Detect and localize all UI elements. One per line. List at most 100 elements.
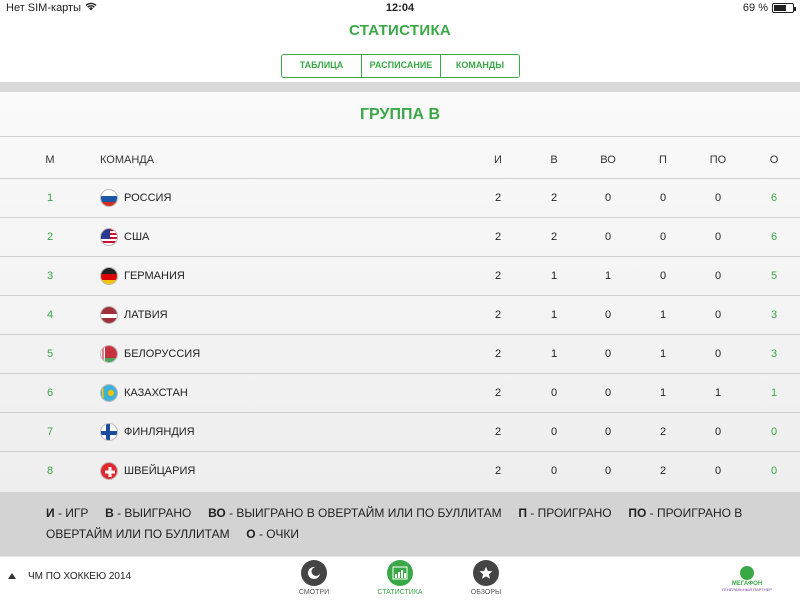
tab-label: ОБЗОРЫ [470, 589, 502, 596]
header-games: И [494, 154, 502, 166]
tab-watch[interactable]: СМОТРИ [284, 560, 344, 596]
cell-losses: 0 [659, 192, 667, 204]
cell-losses: 1 [659, 348, 667, 360]
cell-wins: 1 [550, 348, 558, 360]
team-name: США [124, 231, 150, 243]
cell-team: ФИНЛЯНДИЯ [100, 413, 400, 451]
cell-place: 2 [46, 231, 54, 243]
team-name: РОССИЯ [124, 192, 172, 204]
cell-ot-wins: 0 [604, 231, 612, 243]
standings-panel: ГРУППА B М КОМАНДА И В ВО П ПО О 1220006… [0, 92, 800, 492]
header-place: М [45, 154, 55, 166]
tab-bar: ЧМ ПО ХОККЕЮ 2014 СМОТРИ СТАТИСТИКА ОБЗО… [0, 556, 800, 600]
tab-reviews[interactable]: ОБЗОРЫ [456, 560, 516, 596]
cell-points: 1 [770, 387, 778, 399]
cell-ot-wins: 0 [604, 426, 612, 438]
tab-teams[interactable]: КОМАНДЫ [440, 55, 519, 77]
team-name: КАЗАХСТАН [124, 387, 188, 399]
cell-wins: 1 [550, 309, 558, 321]
cell-team: ЛАТВИЯ [100, 296, 400, 334]
finland-flag-icon [100, 423, 118, 441]
cell-place: 5 [46, 348, 54, 360]
table-row[interactable]: 7 2 0 0 2 0 0 ФИНЛЯНДИЯ [0, 412, 800, 451]
header-team: КОМАНДА [100, 154, 155, 166]
russia-flag-icon [100, 189, 118, 207]
sponsor-logo: МЕГАФОН ГЕНЕРАЛЬНЫЙ ПАРТНЕР [722, 566, 772, 592]
cell-ot-losses: 0 [714, 192, 722, 204]
cell-games: 2 [494, 465, 502, 477]
star-icon [473, 560, 499, 586]
header-ot-losses: ПО [709, 154, 727, 166]
belarus-flag-icon [100, 345, 118, 363]
legend-desc: - ИГР [54, 506, 89, 520]
segmented-tabs: ТАБЛИЦА РАСПИСАНИЕ КОМАНДЫ [281, 54, 520, 78]
table-row[interactable]: 8 2 0 0 2 0 0 ШВЕЙЦАРИЯ [0, 451, 800, 490]
cell-ot-wins: 0 [604, 387, 612, 399]
cell-points: 6 [770, 231, 778, 243]
team-name: ШВЕЙЦАРИЯ [124, 465, 196, 477]
legend-key: И [46, 506, 55, 520]
battery-icon [772, 3, 796, 13]
tab-label: СТАТИСТИКА [377, 589, 423, 596]
table-row[interactable]: 6 2 0 0 1 1 1 КАЗАХСТАН [0, 373, 800, 412]
sponsor-subtitle: ГЕНЕРАЛЬНЫЙ ПАРТНЕР [722, 587, 772, 592]
cell-losses: 1 [659, 387, 667, 399]
megafon-logo-icon [740, 566, 754, 580]
cell-wins: 0 [550, 387, 558, 399]
page-title: СТАТИСТИКА [348, 22, 452, 39]
cell-ot-wins: 0 [604, 348, 612, 360]
team-name: ГЕРМАНИЯ [124, 270, 185, 282]
team-name: БЕЛОРУССИЯ [124, 348, 201, 360]
header-ot-wins: ВО [600, 154, 616, 166]
cell-points: 3 [770, 309, 778, 321]
cell-losses: 2 [659, 426, 667, 438]
cell-wins: 0 [550, 426, 558, 438]
tab-table[interactable]: ТАБЛИЦА [282, 55, 361, 77]
legend-desc: - ПРОИГРАНО [526, 506, 612, 520]
cell-wins: 2 [550, 231, 558, 243]
watch-icon [301, 560, 327, 586]
championship-selector[interactable]: ЧМ ПО ХОККЕЮ 2014 [8, 571, 131, 582]
cell-ot-wins: 0 [604, 465, 612, 477]
table-row[interactable]: 3 2 1 1 0 0 5 ГЕРМАНИЯ [0, 256, 800, 295]
cell-place: 7 [46, 426, 54, 438]
tab-statistics[interactable]: СТАТИСТИКА [370, 560, 430, 596]
header-points: О [769, 154, 779, 166]
header-losses: П [659, 154, 667, 166]
table-row[interactable]: 4 2 1 0 1 0 3 ЛАТВИЯ [0, 295, 800, 334]
cell-team: КАЗАХСТАН [100, 374, 400, 412]
table-row[interactable]: 1 2 2 0 0 0 6 РОССИЯ [0, 178, 800, 217]
table-row[interactable]: 2 2 2 0 0 0 6 США [0, 217, 800, 256]
usa-flag-icon [100, 228, 118, 246]
battery-percent: 69 % [742, 2, 768, 14]
legend: И - ИГР В - ВЫИГРАНО ВО - ВЫИГРАНО В ОВЕ… [0, 492, 800, 556]
status-bar: Нет SIM-карты 12:04 69 % [0, 0, 800, 18]
cell-wins: 1 [550, 270, 558, 282]
cell-place: 1 [46, 192, 54, 204]
legend-key: ВО [208, 506, 226, 520]
cell-points: 6 [770, 192, 778, 204]
cell-games: 2 [494, 270, 502, 282]
table-row[interactable]: 5 2 1 0 1 0 3 БЕЛОРУССИЯ [0, 334, 800, 373]
cell-ot-losses: 0 [714, 348, 722, 360]
cell-points: 5 [770, 270, 778, 282]
tab-schedule[interactable]: РАСПИСАНИЕ [361, 55, 440, 77]
cell-games: 2 [494, 426, 502, 438]
cell-losses: 2 [659, 465, 667, 477]
legend-key: П [518, 506, 527, 520]
cell-team: БЕЛОРУССИЯ [100, 335, 400, 373]
cell-wins: 0 [550, 465, 558, 477]
legend-key: О [246, 527, 256, 541]
group-title: ГРУППА B [359, 106, 441, 123]
cell-team: ГЕРМАНИЯ [100, 257, 400, 295]
cell-ot-losses: 0 [714, 465, 722, 477]
stats-icon [387, 560, 413, 586]
legend-desc: - ВЫИГРАНО [113, 506, 192, 520]
switzerland-flag-icon [100, 462, 118, 480]
cell-ot-wins: 0 [604, 192, 612, 204]
cell-team: США [100, 218, 400, 256]
cell-points: 0 [770, 426, 778, 438]
cell-games: 2 [494, 192, 502, 204]
tab-label: СМОТРИ [298, 589, 330, 596]
legend-key: ПО [628, 506, 647, 520]
